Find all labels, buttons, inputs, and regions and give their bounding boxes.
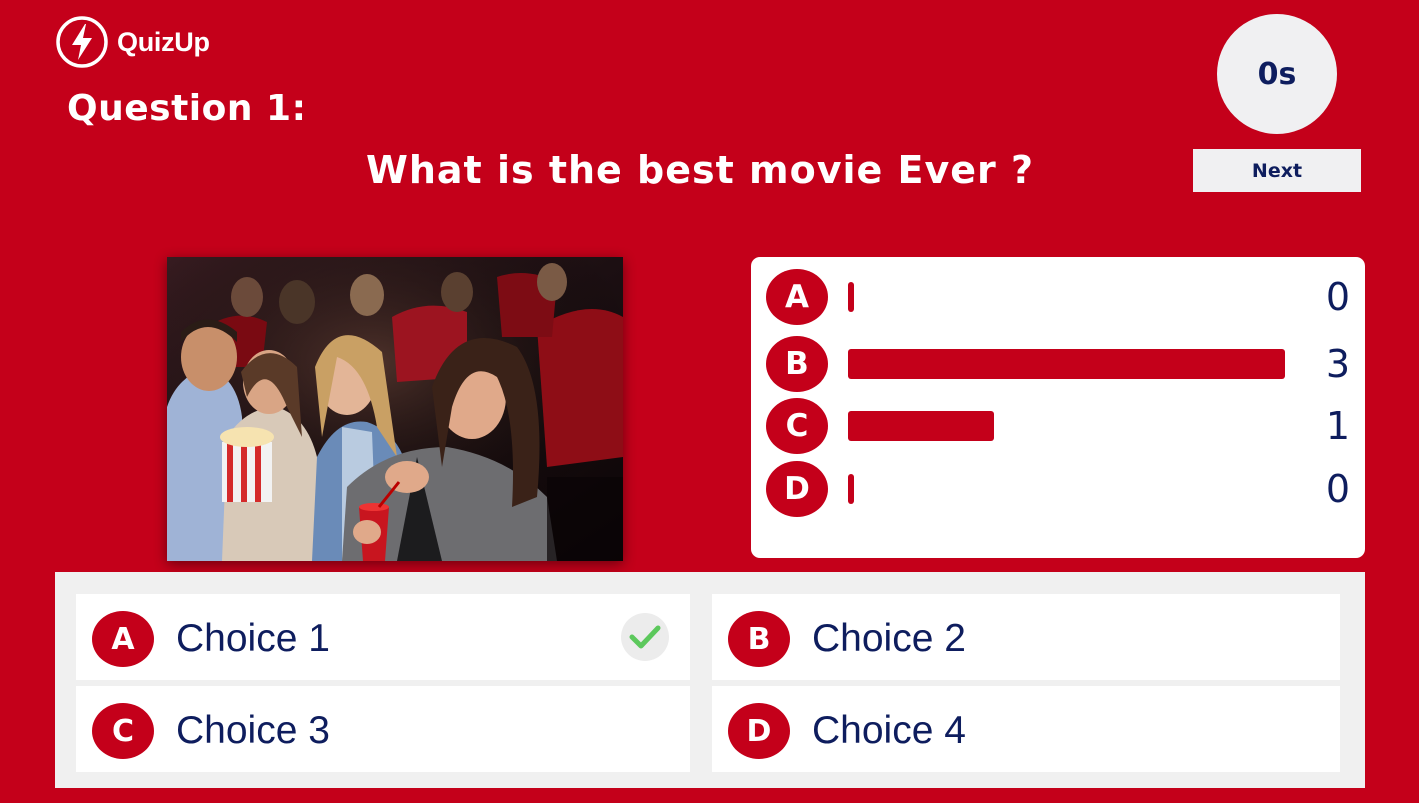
choice-label: Choice 3 <box>176 709 330 752</box>
timer-value: 0s <box>1257 56 1297 92</box>
result-row-a: A 0 <box>766 269 1350 329</box>
cinema-audience-photo <box>167 257 623 561</box>
choice-label: Choice 1 <box>176 617 330 660</box>
answers-panel: A Choice 1 B Choice 2 C Choice 3 D Choic… <box>55 572 1365 788</box>
result-count: 3 <box>1325 342 1350 386</box>
choice-d[interactable]: D Choice 4 <box>712 686 1340 772</box>
question-number: Question 1: <box>67 88 307 129</box>
next-button[interactable]: Next <box>1193 149 1361 192</box>
choice-letter-badge: A <box>92 611 154 667</box>
result-letter-badge: B <box>766 336 828 392</box>
result-letter-badge: C <box>766 398 828 454</box>
countdown-timer: 0s <box>1217 14 1337 134</box>
result-row-c: C 1 <box>766 398 1350 458</box>
question-image <box>167 257 623 561</box>
app-name: QuizUp <box>117 26 210 57</box>
result-count: 0 <box>1325 275 1350 319</box>
results-chart: A 0 B 3 C 1 D 0 <box>751 257 1365 558</box>
app-logo: QuizUp <box>55 15 210 69</box>
choice-letter-badge: B <box>728 611 790 667</box>
choice-a[interactable]: A Choice 1 <box>76 594 690 680</box>
lightning-bolt-icon <box>56 16 108 68</box>
choice-label: Choice 4 <box>812 709 966 752</box>
result-row-d: D 0 <box>766 461 1350 521</box>
choice-letter-badge: D <box>728 703 790 759</box>
result-count: 0 <box>1325 467 1350 511</box>
result-bar <box>848 474 854 504</box>
choice-c[interactable]: C Choice 3 <box>76 686 690 772</box>
result-row-b: B 3 <box>766 336 1350 396</box>
result-bar <box>848 282 854 312</box>
result-letter-badge: D <box>766 461 828 517</box>
checkmark-icon <box>621 613 669 661</box>
choice-letter-badge: C <box>92 703 154 759</box>
choice-b[interactable]: B Choice 2 <box>712 594 1340 680</box>
quiz-screen: QuizUp Question 1: What is the best movi… <box>0 0 1419 803</box>
choice-label: Choice 2 <box>812 617 966 660</box>
result-letter-badge: A <box>766 269 828 325</box>
question-text: What is the best movie Ever ? <box>365 148 1035 192</box>
result-bar <box>848 349 1285 379</box>
result-count: 1 <box>1325 404 1350 448</box>
result-bar <box>848 411 994 441</box>
